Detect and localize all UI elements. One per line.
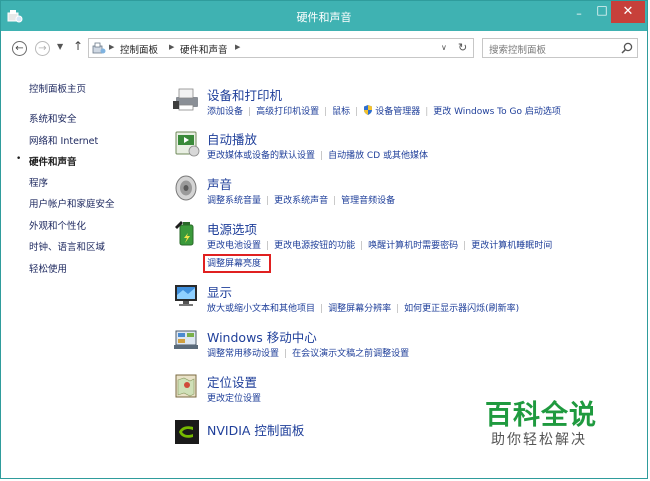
breadcrumb-separator-icon[interactable]: ▶ xyxy=(109,43,114,51)
link-mouse[interactable]: 鼠标 xyxy=(332,107,350,117)
link-change-location-settings[interactable]: 更改定位设置 xyxy=(207,394,261,404)
watermark-title: 百科全说 xyxy=(485,400,597,431)
sound-title[interactable]: 声音 xyxy=(207,174,232,193)
search-input[interactable]: 搜索控制面板 xyxy=(482,38,638,58)
navigation-bar: ← → ▼ ↑ ▶ 控制面板 ▶ 硬件和声音 ▶ ∨ ↻ 搜索控制面板 xyxy=(1,31,647,67)
close-button[interactable]: ✕ xyxy=(611,1,645,23)
highlight-box xyxy=(203,254,271,273)
power-options-links: 更改电池设置 | 更改电源按钮的功能 | 唤醒计算机时需要密码 | 更改计算机睡眠时间 xyxy=(207,241,553,251)
display-icon[interactable] xyxy=(173,282,201,310)
devices-printers-links: 添加设备 | 高级打印机设置 | 鼠标 | 设备管理器 | 更改 Windows To Go 启… xyxy=(207,105,561,117)
location-settings-title[interactable]: 定位设置 xyxy=(207,372,257,391)
location-icon[interactable] xyxy=(173,372,201,400)
sidebar-item-system-security[interactable]: 系统和安全 xyxy=(29,111,77,125)
up-arrow-icon[interactable]: ↑ xyxy=(73,39,83,53)
shield-icon xyxy=(364,105,373,115)
sound-links: 调整系统音量 | 更改系统声音 | 管理音频设备 xyxy=(207,196,396,206)
refresh-icon[interactable]: ↻ xyxy=(458,41,467,54)
battery-icon[interactable] xyxy=(173,219,201,247)
minimize-button[interactable]: – xyxy=(567,7,591,29)
address-dropdown-icon[interactable]: ∨ xyxy=(441,43,447,52)
nvidia-icon[interactable] xyxy=(173,418,201,446)
link-text-size[interactable]: 放大或缩小文本和其他项目 xyxy=(207,304,315,314)
autoplay-links: 更改媒体或设备的默认设置 | 自动播放 CD 或其他媒体 xyxy=(207,151,428,161)
recent-locations-chevron-icon[interactable]: ▼ xyxy=(57,42,63,51)
location-settings-links: 更改定位设置 xyxy=(207,391,261,404)
mobility-center-links: 调整常用移动设置 | 在会议演示文稿之前调整设置 xyxy=(207,349,410,359)
link-change-system-sounds[interactable]: 更改系统声音 xyxy=(274,196,328,206)
speaker-icon[interactable] xyxy=(173,174,201,202)
devices-printers-title[interactable]: 设备和打印机 xyxy=(207,85,282,104)
link-change-sleep-time[interactable]: 更改计算机睡眠时间 xyxy=(471,241,552,251)
mobility-center-icon[interactable] xyxy=(173,327,201,355)
mobility-center-title[interactable]: Windows 移动中心 xyxy=(207,327,317,346)
breadcrumb-separator-icon[interactable]: ▶ xyxy=(169,43,174,51)
back-button[interactable]: ← xyxy=(12,41,27,56)
sidebar-item-user-accounts[interactable]: 用户帐户和家庭安全 xyxy=(29,196,115,210)
link-manage-audio-devices[interactable]: 管理音频设备 xyxy=(341,196,395,206)
link-require-password-on-wake[interactable]: 唤醒计算机时需要密码 xyxy=(368,241,458,251)
breadcrumb-control-panel[interactable]: 控制面板 xyxy=(120,42,158,56)
link-screen-resolution[interactable]: 调整屏幕分辨率 xyxy=(328,304,391,314)
search-placeholder: 搜索控制面板 xyxy=(489,45,547,56)
sidebar-item-ease-of-access[interactable]: 轻松使用 xyxy=(29,261,67,275)
link-add-device[interactable]: 添加设备 xyxy=(207,107,243,117)
link-power-button-function[interactable]: 更改电源按钮的功能 xyxy=(274,241,355,251)
forward-button[interactable]: → xyxy=(35,41,50,56)
link-change-battery-settings[interactable]: 更改电池设置 xyxy=(207,241,261,251)
watermark-subtitle: 助你轻松解决 xyxy=(491,432,587,448)
breadcrumb-separator-icon[interactable]: ▶ xyxy=(235,43,240,51)
link-device-manager[interactable]: 设备管理器 xyxy=(375,107,420,117)
printer-icon[interactable] xyxy=(173,85,201,113)
sidebar-item-home[interactable]: 控制面板主页 xyxy=(29,81,86,95)
autoplay-title[interactable]: 自动播放 xyxy=(207,129,257,148)
window-title: 硬件和声音 xyxy=(296,11,352,24)
breadcrumb-hardware-sound[interactable]: 硬件和声音 xyxy=(180,42,228,56)
link-windows-to-go[interactable]: 更改 Windows To Go 启动选项 xyxy=(433,107,561,117)
current-item-bullet-icon: • xyxy=(16,154,22,164)
autoplay-icon[interactable] xyxy=(173,129,201,157)
address-bar[interactable]: ▶ 控制面板 ▶ 硬件和声音 ▶ ∨ ↻ xyxy=(88,38,474,58)
display-title[interactable]: 显示 xyxy=(207,282,232,301)
maximize-button[interactable]: □ xyxy=(591,3,613,25)
link-presentation-settings[interactable]: 在会议演示文稿之前调整设置 xyxy=(292,349,409,359)
link-change-media-defaults[interactable]: 更改媒体或设备的默认设置 xyxy=(207,151,315,161)
link-autoplay-cd[interactable]: 自动播放 CD 或其他媒体 xyxy=(328,151,428,161)
link-adjust-volume[interactable]: 调整系统音量 xyxy=(207,196,261,206)
display-links: 放大或缩小文本和其他项目 | 调整屏幕分辨率 | 如何更正显示器闪烁(刷新率) xyxy=(207,304,520,314)
nvidia-title[interactable]: NVIDIA 控制面板 xyxy=(207,420,304,439)
link-fix-flicker[interactable]: 如何更正显示器闪烁(刷新率) xyxy=(404,304,519,314)
control-panel-window: 硬件和声音 – □ ✕ ← → ▼ ↑ ▶ 控制面板 ▶ 硬件和声音 ▶ ∨ ↻… xyxy=(0,0,648,479)
sidebar-item-network-internet[interactable]: 网络和 Internet xyxy=(29,133,98,147)
sidebar-item-hardware-sound[interactable]: 硬件和声音 xyxy=(29,154,77,168)
link-common-mobility-settings[interactable]: 调整常用移动设置 xyxy=(207,349,279,359)
power-options-title[interactable]: 电源选项 xyxy=(207,219,257,238)
sidebar-item-appearance[interactable]: 外观和个性化 xyxy=(29,218,86,232)
search-icon[interactable] xyxy=(621,42,633,54)
control-panel-icon xyxy=(92,42,106,54)
title-bar[interactable]: 硬件和声音 – □ ✕ xyxy=(1,1,647,31)
sidebar-item-programs[interactable]: 程序 xyxy=(29,175,48,189)
sidebar-item-clock-region[interactable]: 时钟、语言和区域 xyxy=(29,239,105,253)
link-advanced-printer-setup[interactable]: 高级打印机设置 xyxy=(256,107,319,117)
